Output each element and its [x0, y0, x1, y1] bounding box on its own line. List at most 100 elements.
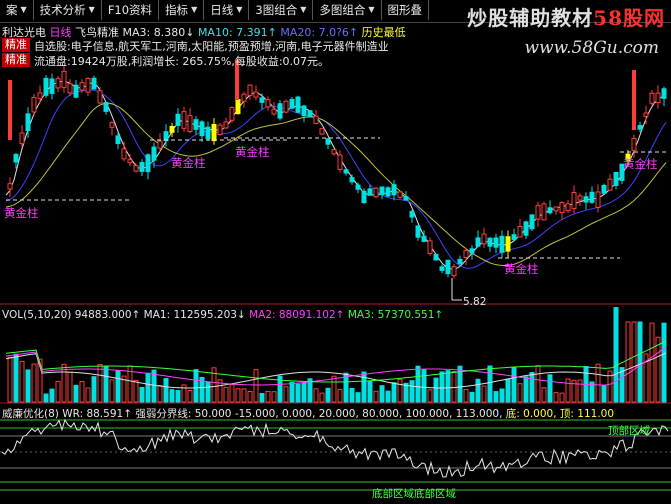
badge-bottom: 精准	[2, 53, 30, 67]
volume-bar	[157, 385, 163, 403]
strength-line-value: 强弱分界线: 50.000	[135, 408, 232, 420]
candle-body	[373, 187, 379, 198]
candle-body	[283, 100, 289, 113]
volume-bar	[409, 380, 415, 403]
volume-bar	[43, 393, 49, 403]
volume-bar	[319, 392, 325, 403]
candle-body	[13, 153, 19, 163]
info-line-2: 流通盘:19424万股,利润增长: 265.75%,每股收益:0.07元。	[34, 55, 330, 68]
volume-bar	[661, 322, 667, 403]
volume-bar	[55, 380, 61, 403]
candle-body	[601, 185, 607, 194]
volume-bar	[193, 369, 199, 403]
candle-body	[73, 84, 79, 98]
volume-bar	[511, 366, 517, 403]
candle-spike	[632, 70, 636, 130]
vol-value: 94883.000↑	[74, 309, 141, 321]
vol-header: VOL(5,10,20) 94883.000↑ MA1: 112595.203↓…	[2, 309, 443, 321]
volume-bar	[31, 363, 37, 403]
candle-body	[439, 266, 445, 271]
candle-body	[391, 184, 397, 196]
volume-bar	[415, 365, 421, 403]
candle-body	[481, 233, 487, 245]
stock-chart[interactable]	[0, 0, 671, 504]
volume-bar	[475, 378, 481, 403]
top-value: 顶: 111.00	[559, 408, 615, 420]
candle-body	[121, 148, 127, 160]
candle-body	[565, 203, 571, 212]
volume-bar	[649, 322, 655, 403]
volume-bar	[253, 369, 259, 403]
volume-bar	[481, 385, 487, 403]
volume-bar	[373, 390, 379, 403]
candle-body	[175, 113, 181, 126]
volume-bar	[247, 391, 253, 403]
candle-body	[343, 169, 349, 174]
golden-label: 黄金柱	[235, 145, 270, 159]
candle-body	[97, 90, 103, 104]
candle-body	[499, 235, 505, 253]
volume-bar	[109, 379, 115, 403]
ind-values: -15.000, 0.000, 20.000, 80.000, 100.000,…	[234, 408, 503, 420]
candle-body	[301, 105, 307, 117]
volume-bar	[145, 372, 151, 403]
candle-body	[145, 154, 151, 173]
candle-body	[583, 196, 589, 203]
candle-body	[337, 154, 343, 170]
volume-bar	[487, 365, 493, 403]
candle-body	[331, 149, 337, 155]
volume-bar	[85, 387, 91, 403]
candle-body	[289, 99, 295, 109]
top-zone-label: 顶部区域	[608, 425, 650, 437]
volume-bar	[103, 365, 109, 403]
candle-body	[133, 165, 139, 172]
badge-top: 精准	[2, 38, 30, 52]
candle-body	[661, 88, 667, 99]
volume-bar	[13, 353, 19, 403]
candle-body	[7, 183, 13, 190]
wr-line	[1, 418, 669, 478]
candle-body	[55, 78, 61, 89]
candle-body	[163, 131, 169, 142]
candle-body	[529, 214, 535, 230]
candle-body	[157, 140, 163, 149]
candle-body	[115, 135, 121, 144]
candle-body	[193, 119, 199, 130]
volume-bar	[613, 307, 619, 403]
candle-body	[409, 210, 415, 218]
volume-bar	[235, 388, 241, 403]
candle-body	[181, 111, 187, 129]
volume-bar	[553, 392, 559, 403]
volume-bar	[493, 391, 499, 403]
volume-bar	[337, 388, 343, 403]
candle-body	[595, 191, 601, 208]
volume-bar	[163, 378, 169, 403]
volume-bar	[187, 390, 193, 403]
candle-body	[403, 196, 409, 201]
candle-body	[85, 77, 91, 93]
low-price-label: 5.82	[463, 296, 487, 308]
volume-bar	[505, 378, 511, 403]
candle-body	[547, 207, 553, 214]
candle-body	[607, 178, 613, 191]
volume-bar	[565, 378, 571, 403]
candle-body	[229, 107, 235, 121]
volume-bar	[595, 363, 601, 403]
candle-body	[577, 195, 583, 201]
candle-body	[655, 92, 661, 103]
candle-body	[649, 92, 655, 104]
ma-mid-line	[5, 89, 667, 269]
candle-body	[49, 78, 55, 94]
volume-bar	[391, 382, 397, 403]
candle-body	[541, 203, 547, 221]
volume-bar	[271, 391, 277, 403]
volume-bar	[469, 391, 475, 403]
volume-bar	[559, 392, 565, 403]
volume-bar	[97, 364, 103, 403]
volume-bar	[49, 388, 55, 403]
candle-body	[379, 186, 385, 196]
volume-bar	[349, 388, 355, 403]
volume-bar	[655, 336, 661, 403]
volume-bar	[73, 384, 79, 403]
ma-long-line	[5, 102, 667, 267]
